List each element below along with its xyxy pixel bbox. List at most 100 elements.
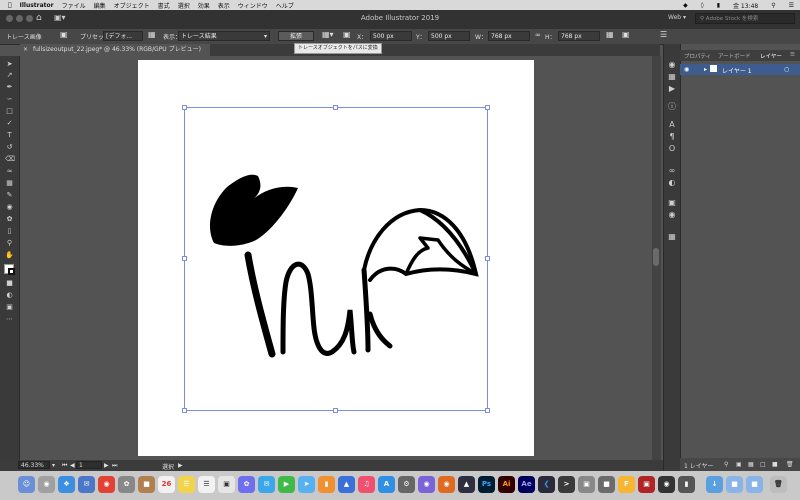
apple-icon[interactable]: : [8, 2, 12, 9]
app-icon-1[interactable]: ▣: [578, 476, 595, 493]
menu-object[interactable]: オブジェクト: [114, 1, 150, 10]
panel-options-icon[interactable]: ☰: [790, 52, 795, 58]
height-field[interactable]: 768 px: [558, 31, 600, 41]
width-field[interactable]: 768 px: [488, 31, 530, 41]
eraser-tool-icon[interactable]: ⌫: [5, 155, 15, 163]
layer-target-icon[interactable]: ○: [784, 66, 789, 73]
y-field[interactable]: 500 px: [428, 31, 470, 41]
direct-selection-tool-icon[interactable]: ↗: [5, 71, 14, 79]
menu-type[interactable]: 書式: [158, 1, 170, 10]
itunes-icon[interactable]: ♫: [358, 476, 375, 493]
view-dropdown[interactable]: トレース結果 ▾: [178, 31, 270, 41]
photo-app-icon[interactable]: ✿: [238, 476, 255, 493]
folder-icon[interactable]: ■: [746, 476, 763, 493]
menu-help[interactable]: ヘルプ: [276, 1, 294, 10]
photos-icon[interactable]: ✿: [118, 476, 135, 493]
visibility-eye-icon[interactable]: ◉: [684, 66, 689, 73]
eyedropper-tool-icon[interactable]: ✎: [5, 191, 14, 199]
align-icon[interactable]: ▦▾: [322, 30, 334, 39]
handle-middle-right[interactable]: [485, 256, 490, 261]
battery-icon[interactable]: ▮: [717, 2, 720, 9]
blend-tool-icon[interactable]: ◉: [5, 203, 14, 211]
mail-icon[interactable]: ✉: [78, 476, 95, 493]
clipping-mask-icon[interactable]: ▦: [748, 461, 754, 468]
artboards-panel-icon[interactable]: ▦: [667, 232, 677, 242]
numbers-icon[interactable]: ▮: [318, 476, 335, 493]
curvature-tool-icon[interactable]: ∽: [5, 95, 14, 103]
document-tab[interactable]: × fullsizeoutput_22.jpeg* @ 46.33% (RGB/…: [20, 44, 210, 56]
notes-icon[interactable]: ☰: [178, 476, 195, 493]
pdf-app-icon[interactable]: ▣: [638, 476, 655, 493]
discord-icon[interactable]: ◉: [418, 476, 435, 493]
system-preferences-icon[interactable]: ⚙: [398, 476, 415, 493]
menu-select[interactable]: 選択: [178, 1, 190, 10]
column-graph-tool-icon[interactable]: ▯: [5, 227, 14, 235]
handle-bottom-left[interactable]: [182, 408, 187, 413]
reminders-icon[interactable]: ☰: [198, 476, 215, 493]
info-panel-icon[interactable]: ⓘ: [667, 102, 677, 112]
menu-file[interactable]: ファイル: [62, 1, 86, 10]
appearance-panel-icon[interactable]: ◐: [667, 178, 677, 188]
vscode-icon[interactable]: ❮: [538, 476, 555, 493]
export-icon[interactable]: ▣: [736, 461, 742, 468]
dropbox-icon[interactable]: ◆: [683, 2, 688, 9]
transform-icon[interactable]: ▦: [606, 30, 614, 39]
tab-properties[interactable]: プロパティ: [684, 52, 711, 60]
app-icon-3[interactable]: ◉: [658, 476, 675, 493]
new-layer-icon[interactable]: ■: [772, 461, 778, 468]
handle-top-left[interactable]: [182, 105, 187, 110]
maps-icon[interactable]: ➤: [298, 476, 315, 493]
character-panel-icon[interactable]: A: [667, 120, 677, 130]
tab-artboards[interactable]: アートボード: [718, 52, 751, 60]
color-panel-icon[interactable]: ◉: [667, 60, 677, 70]
hand-tool-icon[interactable]: ✋: [5, 251, 14, 259]
stroke-swatch[interactable]: [8, 268, 15, 275]
free-transform-tool-icon[interactable]: ▦: [5, 179, 14, 187]
paragraph-panel-icon[interactable]: ¶: [667, 132, 677, 142]
finder-icon[interactable]: ☺: [18, 476, 35, 493]
preset-dropdown[interactable]: [デフォ...: [103, 31, 143, 41]
handle-bottom-center[interactable]: [333, 408, 338, 413]
layer-row[interactable]: ◉ ▸ レイヤー 1 ○: [680, 64, 800, 75]
menu-window[interactable]: ウィンドウ: [238, 1, 268, 10]
handle-bottom-right[interactable]: [485, 408, 490, 413]
clock[interactable]: 金 13:48: [733, 1, 758, 10]
pen-tool-icon[interactable]: ✒: [5, 83, 14, 91]
constrain-proportions-icon[interactable]: ∞: [535, 31, 541, 39]
next-artboard-icon[interactable]: ▶: [104, 462, 109, 469]
calendar-icon[interactable]: 26: [158, 476, 175, 493]
rotate-tool-icon[interactable]: ↺: [5, 143, 14, 151]
app-store-icon[interactable]: A: [378, 476, 395, 493]
stock-search-input[interactable]: ⚲ Adobe Stock を検索: [695, 13, 795, 24]
menu-list-icon[interactable]: ☰: [789, 2, 794, 9]
zoom-dropdown-icon[interactable]: ▾: [52, 462, 55, 469]
type-tool-icon[interactable]: T: [5, 131, 14, 139]
opentype-panel-icon[interactable]: O: [667, 144, 677, 154]
font-app-icon[interactable]: F: [618, 476, 635, 493]
trace-options-icon[interactable]: ▦: [148, 30, 156, 39]
pathfinder-panel-icon[interactable]: ◉: [667, 210, 677, 220]
links-panel-icon[interactable]: ∞: [667, 166, 677, 176]
prev-artboard-icon[interactable]: ◀: [70, 462, 75, 469]
image-trace-panel-icon[interactable]: ▣: [60, 30, 68, 39]
x-field[interactable]: 500 px: [370, 31, 412, 41]
chrome-icon[interactable]: ◉: [98, 476, 115, 493]
messages-icon[interactable]: ✉: [258, 476, 275, 493]
panel-menu-icon[interactable]: ☰: [660, 30, 667, 39]
tab-layers[interactable]: レイヤー: [760, 52, 782, 60]
menu-view[interactable]: 表示: [218, 1, 230, 10]
swatches-panel-icon[interactable]: ▦: [667, 72, 677, 82]
handle-middle-left[interactable]: [182, 256, 187, 261]
status-tool-label[interactable]: 選択: [162, 462, 174, 471]
expand-button[interactable]: 拡張: [278, 31, 314, 41]
rectangle-tool-icon[interactable]: □: [5, 107, 14, 115]
last-artboard-icon[interactable]: ⏭: [112, 462, 117, 470]
menu-app-name[interactable]: Illustrator: [20, 2, 54, 9]
new-sublayer-icon[interactable]: □: [760, 461, 766, 468]
workspace-switcher[interactable]: Web ▾: [668, 14, 686, 21]
downloads-folder-icon[interactable]: ↓: [706, 476, 723, 493]
wifi-icon[interactable]: ◊: [701, 2, 704, 9]
app-icon-2[interactable]: ■: [598, 476, 615, 493]
locate-object-icon[interactable]: ⚲: [724, 461, 728, 468]
trash-icon[interactable]: 🗑: [770, 476, 787, 493]
